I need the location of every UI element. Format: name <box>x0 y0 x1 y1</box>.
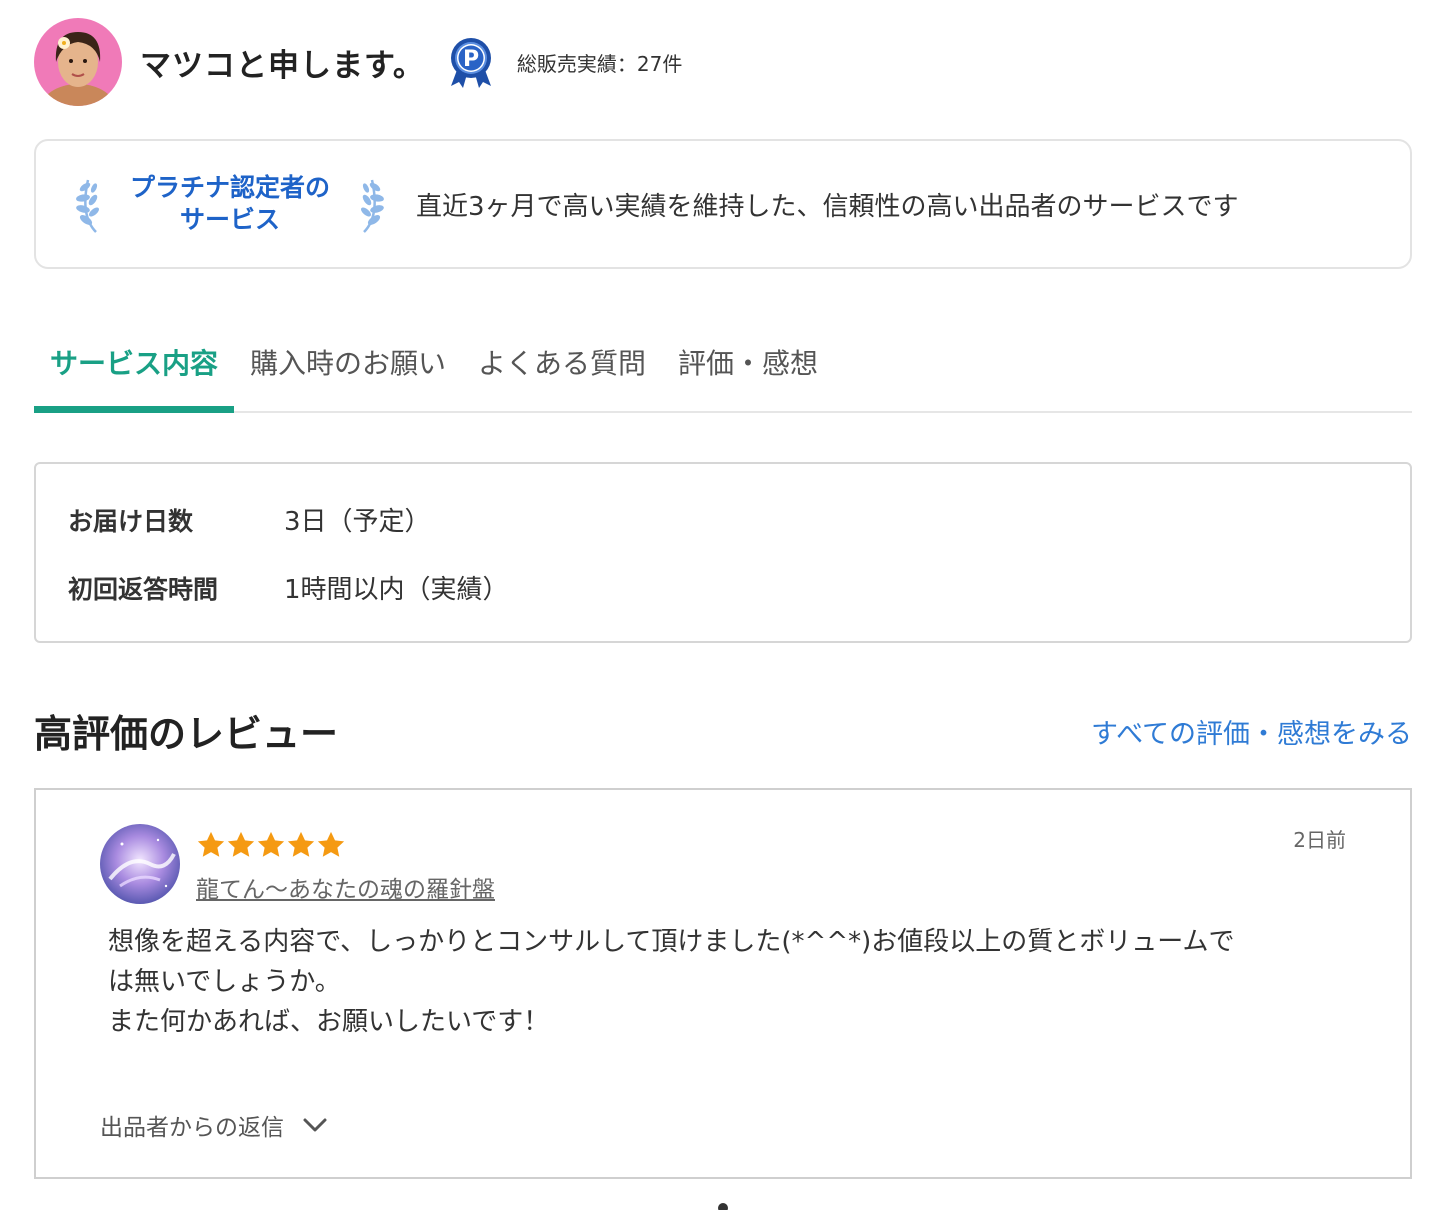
star-icon <box>317 831 345 857</box>
info-row-first-response: 初回返答時間 1時間以内（実績） <box>68 570 1378 606</box>
service-info-box: お届け日数 3日（予定） 初回返答時間 1時間以内（実績） <box>34 462 1412 643</box>
platinum-description: 直近3ヶ月で高い実績を維持した、信頼性の高い出品者のサービスです <box>416 191 1239 222</box>
seller-reply-toggle[interactable]: 出品者からの返信 <box>100 1108 328 1142</box>
review-date: 2日前 <box>1293 828 1346 852</box>
platinum-emblem: プラチナ認定者の サービス <box>74 164 386 244</box>
review-body-line: 想像を超える内容で、しっかりとコンサルして頂けました(*^^*)お値段以上の質と… <box>108 927 1235 957</box>
reviewer-name-link[interactable]: 龍てん〜あなたの魂の羅針盤 <box>196 870 495 904</box>
seller-name[interactable]: マツコと申します。 <box>140 40 425 85</box>
review-body-line: は無いでしょうか。 <box>108 967 341 997</box>
star-icon <box>227 831 255 857</box>
review-card: 龍てん〜あなたの魂の羅針盤 2日前 想像を超える内容で、しっかりとコンサルして頂… <box>34 788 1412 1179</box>
platinum-title: プラチナ認定者の サービス <box>130 172 330 236</box>
laurel-right-icon <box>360 179 384 233</box>
review-body: 想像を超える内容で、しっかりとコンサルして頂けました(*^^*)お値段以上の質と… <box>108 922 1338 1042</box>
see-all-reviews-link[interactable]: すべての評価・感想をみる <box>1091 712 1412 751</box>
star-icon <box>197 831 225 857</box>
platinum-title-line2: サービス <box>179 205 280 234</box>
total-sales: 総販売実績：27件 <box>516 51 683 76</box>
carousel-indicator-dot[interactable] <box>718 1203 728 1210</box>
star-icon <box>257 831 285 857</box>
badge-letter: P <box>463 47 479 72</box>
seller-avatar[interactable] <box>34 18 122 106</box>
star-icon <box>287 831 315 857</box>
laurel-left-icon <box>76 179 99 233</box>
rating-stars <box>196 830 346 860</box>
info-label: お届け日数 <box>68 506 194 536</box>
tab-service-details[interactable]: サービス内容 <box>34 320 235 413</box>
seller-header: マツコと申します。 P 総販売実績：27件 <box>34 18 682 106</box>
service-tabs: サービス内容 購入時のお願い よくある質問 評価・感想 <box>34 320 1412 413</box>
tab-faq[interactable]: よくある質問 <box>462 320 662 413</box>
info-row-delivery-days: お届け日数 3日（予定） <box>68 502 1378 538</box>
chevron-down-icon <box>303 1118 327 1132</box>
reviewer-avatar[interactable] <box>100 824 180 904</box>
seller-reply-label: 出品者からの返信 <box>100 1115 284 1141</box>
platinum-certified-banner: プラチナ認定者の サービス 直近3ヶ月で高い実績を維持した、信頼性の高い出品者の… <box>34 139 1412 269</box>
info-value: 3日（予定） <box>284 507 431 537</box>
review-body-line: また何かあれば、お願いしたいです！ <box>108 1007 550 1037</box>
platinum-title-line1: プラチナ認定者の <box>129 173 330 202</box>
info-value: 1時間以内（実績） <box>284 575 509 605</box>
reviews-heading: 高評価のレビュー <box>34 712 339 756</box>
tab-reviews[interactable]: 評価・感想 <box>662 320 834 413</box>
platinum-rank-badge-icon: P <box>450 38 491 88</box>
tab-purchase-requests[interactable]: 購入時のお願い <box>234 320 462 413</box>
info-label: 初回返答時間 <box>68 574 219 604</box>
